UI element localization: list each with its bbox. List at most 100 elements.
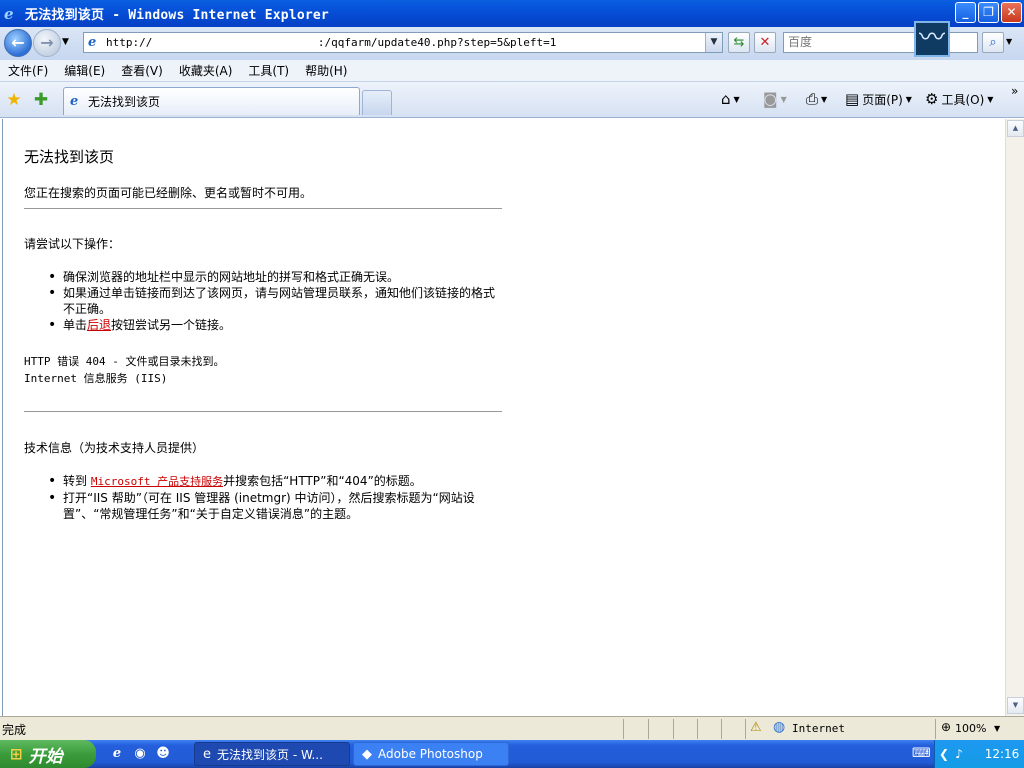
tray-expand-icon[interactable]: ❮ (939, 747, 949, 761)
menu-edit[interactable]: 编辑(E) (56, 62, 113, 79)
search-options-dropdown[interactable]: ▼ (1006, 37, 1012, 46)
search-icon: ⌕ (989, 35, 997, 50)
taskbar: ⊞ 开始 e ◉ ☻ e 无法找到该页 - W... ◆ Adobe Photo… (0, 740, 1024, 768)
scroll-up-icon[interactable]: ▲ (1007, 120, 1024, 137)
security-zone[interactable]: Internet (792, 722, 845, 735)
start-label: 开始 (28, 746, 63, 767)
back-prefix: 单击 (63, 318, 88, 332)
minimize-button[interactable]: _ (955, 2, 976, 23)
photoshop-task-icon: ◆ (362, 746, 372, 762)
tech-item1-suffix: 并搜索包括“HTTP”和“404”的标题。 (223, 474, 422, 488)
ie-quicklaunch-icon[interactable]: e (108, 745, 126, 763)
page-title: 无法找到该页 (24, 148, 115, 166)
printer-icon: ⎙ (806, 90, 819, 108)
system-tray: ❮ ♪ 12:16 (934, 740, 1024, 768)
home-icon: ⌂ (721, 90, 731, 108)
tech-item1-prefix: 转到 (63, 474, 88, 488)
browser-quicklaunch-icon[interactable]: ◉ (131, 745, 149, 763)
page-menu-button[interactable]: ▤ 页面(P) ▼ (845, 90, 912, 108)
zoom-dropdown-icon[interactable]: ▼ (994, 724, 1000, 733)
task-label: 无法找到该页 - W... (217, 747, 323, 762)
vertical-scrollbar[interactable]: ▲ ▼ (1005, 119, 1024, 716)
menu-favorites[interactable]: 收藏夹(A) (171, 62, 241, 79)
address-input[interactable]: http:// :/qqfarm/update40.php?step=5&ple… (106, 36, 556, 49)
http-error-line: HTTP 错误 404 - 文件或目录未找到。 (24, 355, 225, 368)
page-menu-label: 页面(P) (862, 92, 903, 107)
back-link[interactable]: 后退 (87, 318, 111, 332)
volume-icon[interactable]: ♪ (955, 747, 963, 761)
chevron-down-icon: ▼ (733, 94, 740, 104)
divider (697, 719, 698, 739)
tab-current[interactable]: e 无法找到该页 (63, 87, 360, 115)
list-item: 如果通过单击链接而到达了该网页，请与网站管理员联系，通知他们该链接的格式不正确。 (43, 285, 503, 317)
divider (648, 719, 649, 739)
divider (745, 719, 746, 739)
task-label: Adobe Photoshop (378, 747, 483, 761)
list-item: 转到 Microsoft 产品支持服务并搜索包括“HTTP”和“404”的标题。 (43, 473, 503, 490)
status-text: 完成 (2, 723, 27, 737)
rss-feed-icon: ◙ (763, 90, 778, 108)
ie-logo-icon: e (4, 4, 14, 23)
taskbar-item-photoshop[interactable]: ◆ Adobe Photoshop (353, 742, 509, 766)
tech-heading: 技术信息（为技术支持人员提供） (24, 441, 205, 455)
feeds-button[interactable]: ◙ ▼ (763, 90, 787, 108)
zoom-level[interactable]: 100% (955, 722, 986, 735)
iis-line: Internet 信息服务 (IIS) (24, 372, 168, 385)
print-button[interactable]: ⎙ ▼ (806, 90, 827, 108)
scroll-down-icon[interactable]: ▼ (1007, 697, 1024, 714)
tab-page-icon: e (70, 93, 79, 109)
tools-menu-label: 工具(O) (941, 92, 985, 107)
menu-view[interactable]: 查看(V) (113, 62, 171, 79)
chevron-down-icon: ▼ (905, 94, 912, 104)
globe-icon: ◍ (773, 719, 786, 735)
tools-menu-button[interactable]: ⚙ 工具(O) ▼ (925, 90, 993, 108)
home-button[interactable]: ⌂ ▼ (721, 90, 740, 108)
clock: 12:16 (984, 747, 1020, 761)
protected-mode-icon[interactable]: ⚠ (750, 720, 762, 735)
divider (24, 208, 502, 209)
ie-task-icon: e (203, 746, 211, 762)
address-dropdown-icon[interactable]: ▼ (705, 33, 722, 52)
add-favorites-icon[interactable]: ✚ (31, 90, 51, 110)
forward-arrow-icon: → (40, 33, 54, 52)
new-tab-button[interactable] (362, 90, 392, 115)
back-button[interactable]: ← (4, 29, 32, 57)
support-link[interactable]: Microsoft 产品支持服务 (91, 475, 223, 488)
divider (935, 719, 936, 739)
stop-button[interactable]: ✕ (754, 32, 776, 53)
search-button[interactable]: ⌕ (982, 32, 1004, 53)
tech-list: 转到 Microsoft 产品支持服务并搜索包括“HTTP”和“404”的标题。… (43, 473, 503, 522)
windows-flag-icon: ⊞ (10, 745, 23, 763)
tab-row: ★ ✚ e 无法找到该页 ⌂ ▼ ◙ ▼ ⎙ ▼ ▤ 页面(P) ▼ ⚙ 工具(O) … (0, 82, 1024, 118)
menu-help[interactable]: 帮助(H) (297, 62, 355, 79)
keyboard-tray-icon[interactable]: ⌨ (912, 745, 931, 763)
qq-quicklaunch-icon[interactable]: ☻ (154, 745, 172, 763)
address-bar[interactable]: e http:// :/qqfarm/update40.php?step=5&p… (83, 32, 723, 53)
favorites-star-icon[interactable]: ★ (4, 90, 24, 110)
try-list: 确保浏览器的地址栏中显示的网站地址的拼写和格式正确无误。 如果通过单击链接而到达… (43, 269, 503, 333)
address-toolbar: ← → ▼ e http:// :/qqfarm/update40.php?st… (0, 27, 1024, 60)
chevron-down-icon: ▼ (780, 94, 787, 104)
chevron-down-icon: ▼ (987, 94, 994, 104)
window-title: 无法找到该页 - Windows Internet Explorer (25, 8, 329, 23)
close-button[interactable]: ✕ (1001, 2, 1022, 23)
forward-button[interactable]: → (33, 29, 61, 57)
list-item: 打开“IIS 帮助”（可在 IIS 管理器 (inetmgr) 中访问），然后搜… (43, 490, 503, 522)
zoom-icon: ⊕ (941, 720, 952, 734)
divider (24, 411, 502, 412)
list-item: 确保浏览器的地址栏中显示的网站地址的拼写和格式正确无误。 (43, 269, 503, 285)
menu-bar: 文件(F) 编辑(E) 查看(V) 收藏夹(A) 工具(T) 帮助(H) (0, 60, 1024, 82)
divider (673, 719, 674, 739)
recent-pages-dropdown[interactable]: ▼ (62, 37, 69, 47)
start-button[interactable]: ⊞ 开始 (0, 740, 96, 768)
maximize-button[interactable]: ❐ (978, 2, 999, 23)
back-suffix: 按钮尝试另一个链接。 (111, 318, 232, 332)
more-tools-chevron[interactable]: » (1011, 84, 1018, 98)
menu-file[interactable]: 文件(F) (0, 62, 56, 79)
list-item: 单击后退按钮尝试另一个链接。 (43, 317, 503, 333)
menu-tools[interactable]: 工具(T) (240, 62, 297, 79)
stop-icon: ✕ (759, 35, 771, 50)
title-bar: e 无法找到该页 - Windows Internet Explorer _ ❐… (0, 0, 1024, 27)
refresh-button[interactable]: ⇆ (728, 32, 750, 53)
taskbar-item-ie[interactable]: e 无法找到该页 - W... (194, 742, 350, 766)
